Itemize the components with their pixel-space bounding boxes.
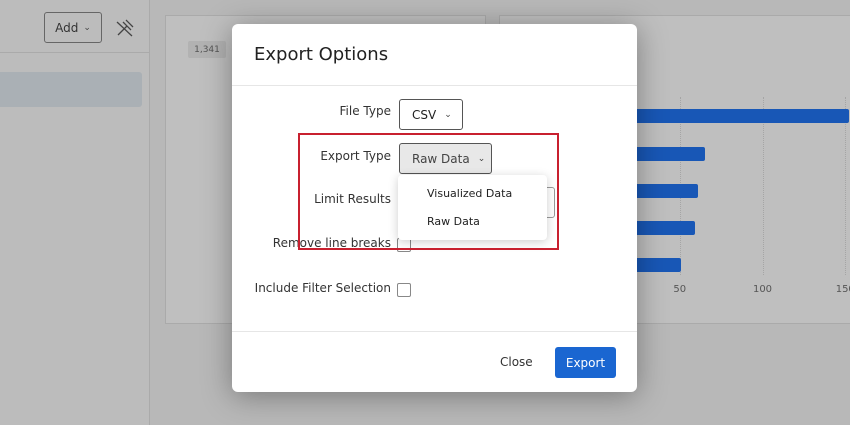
highlight-box xyxy=(298,133,559,250)
include-filter-checkbox[interactable] xyxy=(397,283,411,297)
left-panel xyxy=(0,0,150,425)
grid-line xyxy=(762,97,764,275)
x-tick-label: 50 xyxy=(673,284,687,295)
add-label: Add xyxy=(55,20,79,35)
file-type-label: File Type xyxy=(339,104,391,118)
x-tick-label: 100 xyxy=(752,284,773,295)
header-divider xyxy=(0,52,150,53)
grid-line xyxy=(845,97,847,275)
chevron-down-icon: ⌄ xyxy=(83,22,91,33)
unpin-icon[interactable] xyxy=(115,18,135,38)
close-button[interactable]: Close xyxy=(500,355,533,369)
selected-list-item[interactable] xyxy=(0,72,142,107)
chevron-down-icon: ⌄ xyxy=(444,109,452,120)
dialog-title: Export Options xyxy=(254,44,389,65)
file-type-value: CSV xyxy=(412,107,437,122)
value-badge: 1,341 xyxy=(188,41,226,58)
divider xyxy=(232,85,637,86)
file-type-select[interactable]: CSV ⌄ xyxy=(399,99,463,130)
add-button[interactable]: Add ⌄ xyxy=(44,12,102,43)
include-filter-label: Include Filter Selection xyxy=(254,281,391,295)
footer-divider xyxy=(232,331,637,332)
export-button[interactable]: Export xyxy=(555,347,616,378)
x-tick-label: 150 xyxy=(835,284,850,295)
